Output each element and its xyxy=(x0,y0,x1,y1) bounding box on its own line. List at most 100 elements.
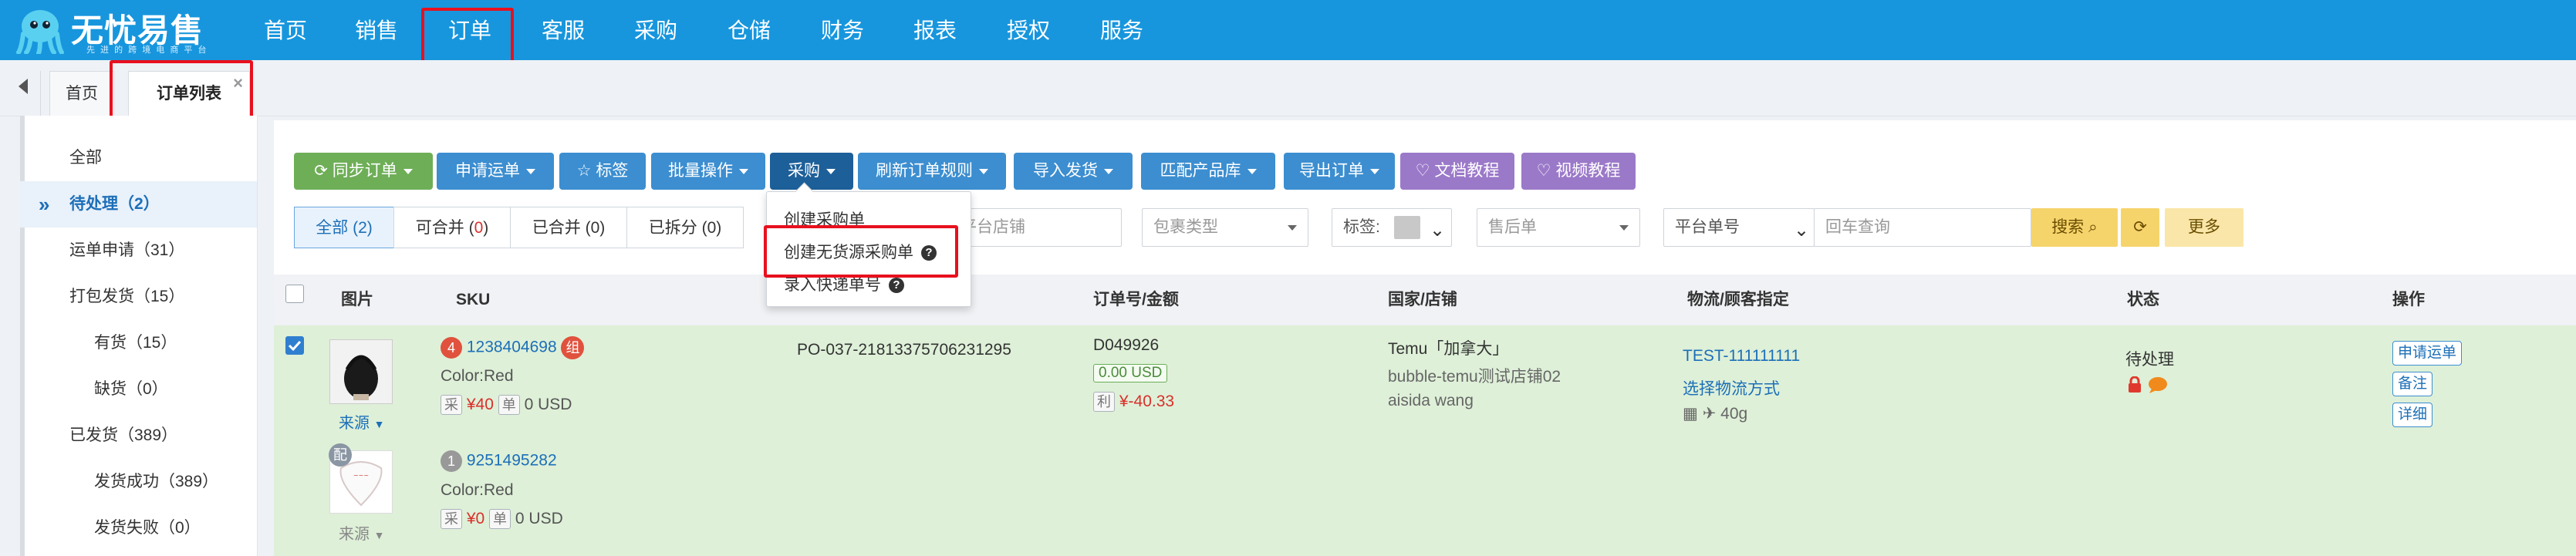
select-all-checkbox[interactable] xyxy=(285,285,304,303)
table-header: 图片 SKU 平台单号 订单号/金额 国家/店铺 物流/顾客指定 状态 操作 xyxy=(274,275,2576,326)
sidebar-item-pending-label: 待处理（2） xyxy=(69,195,160,213)
caret-down-icon: ▼ xyxy=(373,418,385,430)
import-ship-button[interactable]: 导入发货 xyxy=(1014,153,1133,190)
sidebar-item-ship-failed[interactable]: 发货失败（0） xyxy=(20,505,257,551)
header-image: 图片 xyxy=(341,291,373,308)
source-dropdown[interactable]: 来源 ▼ xyxy=(339,410,384,433)
tab-home[interactable]: 首页 xyxy=(49,71,114,116)
doc-tutorial-button[interactable]: ♡ 文档教程 xyxy=(1400,153,1514,190)
octopus-logo-icon xyxy=(16,10,64,54)
header-logistics: 物流/顾客指定 xyxy=(1687,291,1789,308)
pair-badge: 配 xyxy=(329,443,352,467)
help-icon[interactable]: ? xyxy=(921,245,937,261)
menu-item-enter-express-no[interactable]: 录入快递单号? xyxy=(784,272,904,295)
lightbulb-icon: ♡ xyxy=(1536,162,1551,180)
search-button[interactable]: 搜索 ⌕ xyxy=(2031,208,2118,247)
nav-home[interactable]: 首页 xyxy=(255,0,316,60)
sku-link[interactable]: 9251495282 xyxy=(467,452,557,470)
caret-down-icon xyxy=(1104,168,1113,174)
more-filters-button[interactable]: 更多 xyxy=(2165,208,2243,247)
nav-services[interactable]: 服务 xyxy=(1091,0,1153,60)
product-image[interactable] xyxy=(329,339,393,404)
tab-scroll-left-icon[interactable] xyxy=(19,79,28,94)
chat-bubble-icon[interactable] xyxy=(2147,376,2169,393)
purchase-tag: 采 xyxy=(441,509,462,529)
header-country-shop: 国家/店铺 xyxy=(1388,291,1457,308)
segment-split[interactable]: 已拆分 (0) xyxy=(626,207,744,248)
nav-authorization[interactable]: 授权 xyxy=(998,0,1059,60)
lightbulb-icon: ♡ xyxy=(1415,162,1430,180)
platform-shop-select[interactable]: 平台店铺 xyxy=(949,208,1122,247)
tab-close-icon[interactable]: × xyxy=(233,61,243,106)
tab-order-list-label: 订单列表 xyxy=(157,85,221,103)
segment-can-merge[interactable]: 可合并 (0) xyxy=(393,207,511,248)
package-type-select[interactable]: 包裹类型 xyxy=(1142,208,1308,247)
order-number: D049926 xyxy=(1093,336,1160,354)
nav-reports[interactable]: 报表 xyxy=(904,0,966,60)
menu-item-create-sourceless-po[interactable]: 创建无货源采购单? xyxy=(784,240,937,263)
source-dropdown[interactable]: 来源 ▼ xyxy=(339,521,384,544)
nav-sales[interactable]: 销售 xyxy=(346,0,407,60)
nav-orders[interactable]: 订单 xyxy=(439,0,501,60)
nav-customer-service[interactable]: 客服 xyxy=(532,0,594,60)
sidebar-item-all[interactable]: 全部 xyxy=(20,135,257,181)
sidebar-item-waybill-apply[interactable]: 运单申请（31） xyxy=(20,227,257,274)
sidebar-item-shipped[interactable]: 已发货（389） xyxy=(20,413,257,459)
caret-down-icon xyxy=(526,168,535,174)
brand-subtitle: 先 进 的 跨 境 电 商 平 台 xyxy=(86,45,208,55)
brand-logo[interactable]: 无忧易售 先 进 的 跨 境 电 商 平 台 xyxy=(15,5,247,56)
segment-all[interactable]: 全部 (2) xyxy=(294,207,394,248)
export-orders-button[interactable]: 导出订单 xyxy=(1284,153,1395,190)
tab-divider xyxy=(40,71,41,116)
lock-icon[interactable] xyxy=(2127,376,2142,393)
tag-button[interactable]: ☆ 标签 xyxy=(559,153,646,190)
apply-waybill-op-button[interactable]: 申请运单 xyxy=(2392,341,2463,366)
sidebar-item-pending[interactable]: » 待处理（2） xyxy=(20,181,257,227)
sidebar-item-pack-ship[interactable]: 打包发货（15） xyxy=(20,274,257,320)
tracking-number-link[interactable]: TEST-111111111 xyxy=(1683,347,1800,366)
quantity-badge: 4 xyxy=(441,337,462,359)
note-op-button[interactable]: 备注 xyxy=(2392,372,2433,396)
choose-logistics-link[interactable]: 选择物流方式 xyxy=(1683,376,1780,399)
match-product-repo-button[interactable]: 匹配产品库 xyxy=(1141,153,1275,190)
star-icon: ☆ xyxy=(576,162,592,180)
search-input[interactable]: 回车查询 xyxy=(1814,208,2031,247)
table-row[interactable]: 来源 ▼ 4 1238404698 组 Color:Red 采 ¥40 单 0 … xyxy=(274,325,2576,556)
caret-down-icon xyxy=(1370,168,1379,174)
platform-order-no-select[interactable]: 平台单号 ⌄ xyxy=(1663,208,1815,247)
nav-finance[interactable]: 财务 xyxy=(812,0,873,60)
purchase-dropdown-button[interactable]: 采购 xyxy=(770,153,853,190)
batch-operation-button[interactable]: 批量操作 xyxy=(651,153,765,190)
product-image[interactable]: ~~~ 配 xyxy=(329,443,393,514)
refresh-icon: ⟳ xyxy=(2133,218,2147,236)
nav-warehouse[interactable]: 仓储 xyxy=(718,0,780,60)
tag-filter-select[interactable]: 标签: ⌄ xyxy=(1332,208,1452,247)
apply-waybill-button[interactable]: 申请运单 xyxy=(437,153,554,190)
unit-tag: 单 xyxy=(489,509,511,529)
sku-line-2: 1 9251495282 xyxy=(441,450,557,472)
menu-item-create-po[interactable]: 创建采购单 xyxy=(784,207,865,231)
tab-order-list[interactable]: 订单列表 × xyxy=(128,71,250,116)
sku-attribute: Color:Red xyxy=(441,367,514,385)
sync-orders-button[interactable]: ⟳ 同步订单 xyxy=(294,153,433,190)
platform-order-number: PO-037-21813375706231295 xyxy=(797,341,1011,359)
sidebar-item-ship-success[interactable]: 发货成功（389） xyxy=(20,459,257,505)
refresh-order-rules-button[interactable]: 刷新订单规则 xyxy=(858,153,1006,190)
country-platform: Temu「加拿大」 xyxy=(1388,340,1509,358)
after-sale-select[interactable]: 售后单 xyxy=(1477,208,1640,247)
row-checkbox[interactable] xyxy=(285,336,304,355)
weight-line: ▦ ✈ 40g xyxy=(1683,405,1748,423)
status-icons xyxy=(2127,376,2169,398)
nav-purchase[interactable]: 采购 xyxy=(625,0,687,60)
detail-op-button[interactable]: 详细 xyxy=(2392,403,2433,427)
video-tutorial-button[interactable]: ♡ 视频教程 xyxy=(1521,153,1636,190)
sidebar-item-in-stock[interactable]: 有货（15） xyxy=(20,320,257,366)
sku-link[interactable]: 1238404698 xyxy=(467,339,557,356)
reset-button[interactable]: ⟳ xyxy=(2121,208,2159,247)
chevron-down-icon: ⌄ xyxy=(1794,220,1810,241)
segment-merged[interactable]: 已合并 (0) xyxy=(510,207,627,248)
order-status: 待处理 xyxy=(2125,351,2174,369)
help-icon[interactable]: ? xyxy=(889,278,904,294)
svg-text:~~~: ~~~ xyxy=(353,472,369,479)
sidebar-item-out-of-stock[interactable]: 缺货（0） xyxy=(20,366,257,413)
